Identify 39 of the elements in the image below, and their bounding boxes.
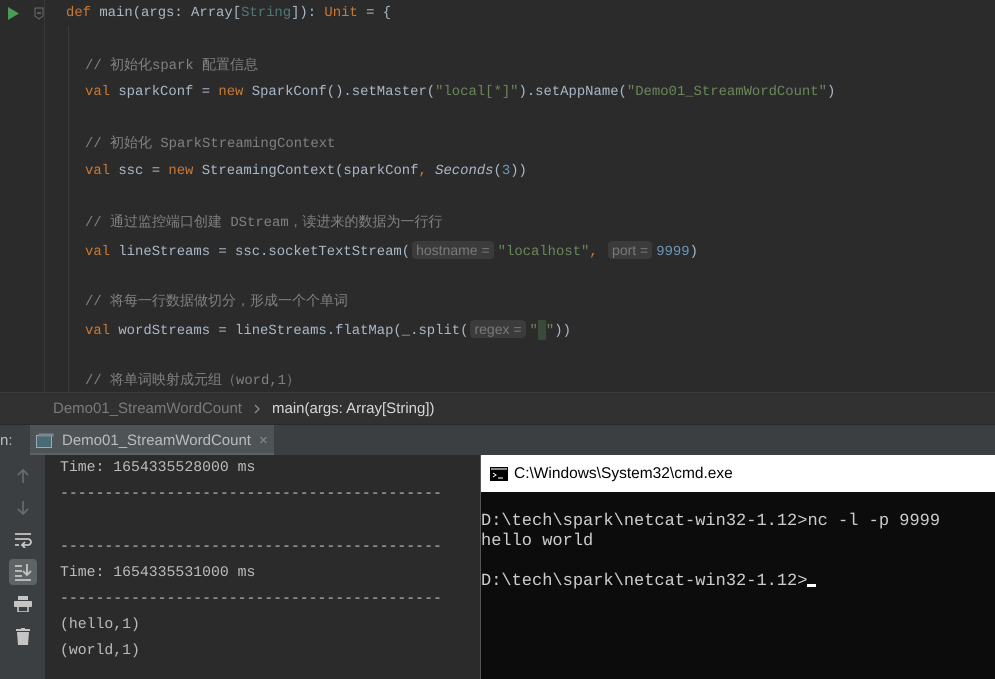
trash-icon xyxy=(16,628,30,644)
code-comment: // 初始化spark 配置信息 xyxy=(85,56,258,76)
code-line: val wordStreams = lineStreams.flatMap(_.split( regex = " ")) xyxy=(85,318,571,342)
code-comment: // 初始化 SparkStreamingContext xyxy=(85,134,336,154)
run-icon[interactable] xyxy=(8,6,20,20)
code-line: def main(args: Array[String]): Unit = { xyxy=(66,4,392,23)
breadcrumb-item[interactable]: main(args: Array[String]) xyxy=(272,400,435,417)
run-tab[interactable]: Demo01_StreamWordCount × xyxy=(30,425,274,455)
close-button[interactable]: × xyxy=(258,432,268,448)
arrow-up-icon xyxy=(16,468,30,484)
scroll-to-end-icon xyxy=(14,563,32,581)
console-line: ------------------------------------------- xyxy=(60,590,442,609)
fold-icon[interactable] xyxy=(34,6,44,20)
arrow-down-icon xyxy=(16,500,30,516)
console-line: (world,1) xyxy=(60,642,140,662)
console-window-icon xyxy=(36,432,54,448)
breadcrumb-item[interactable]: Demo01_StreamWordCount xyxy=(53,400,242,417)
code-line: val sparkConf = new SparkConf().setMaster("local[*]").setAppName("Demo01_StreamWordCount") xyxy=(85,82,836,102)
soft-wrap-icon xyxy=(14,532,32,548)
console-line: Time: 1654335528000 ms xyxy=(60,459,256,478)
console-line: ------------------------------------------- xyxy=(60,538,442,557)
code-comment: // 通过监控端口创建 DStream，读进来的数据为一行行 xyxy=(85,214,443,234)
console-line: ------------------------------------------- xyxy=(60,485,442,504)
toolbar-button[interactable] xyxy=(8,559,36,585)
terminal-line: hello world xyxy=(481,532,594,552)
terminal-icon xyxy=(490,466,508,480)
code-comment: // 将每一行数据做切分，形成一个个单词 xyxy=(85,292,348,312)
run-panel-label: n: xyxy=(0,432,14,448)
console-line: Time: 1654335531000 ms xyxy=(60,564,256,583)
terminal-line: D:\tech\spark\netcat-win32-1.12>nc -l -p 9999 xyxy=(481,512,940,532)
code-line: val ssc = new StreamingContext(sparkConf, Seconds(3)) xyxy=(85,162,527,181)
tab-label: Demo01_StreamWordCount xyxy=(62,432,251,448)
chevron-right-icon xyxy=(254,404,260,414)
code-comment: // 将单词映射成元组（word,1） xyxy=(85,372,300,392)
window-title: C:\Windows\System32\cmd.exe xyxy=(514,464,733,482)
terminal-line: D:\tech\spark\netcat-win32-1.12> xyxy=(481,572,816,592)
code-line: val lineStreams = ssc.socketTextStream( hostname = "localhost", port = 9999) xyxy=(85,240,698,262)
console-line: (hello,1) xyxy=(60,616,140,636)
printer-icon xyxy=(14,596,32,612)
